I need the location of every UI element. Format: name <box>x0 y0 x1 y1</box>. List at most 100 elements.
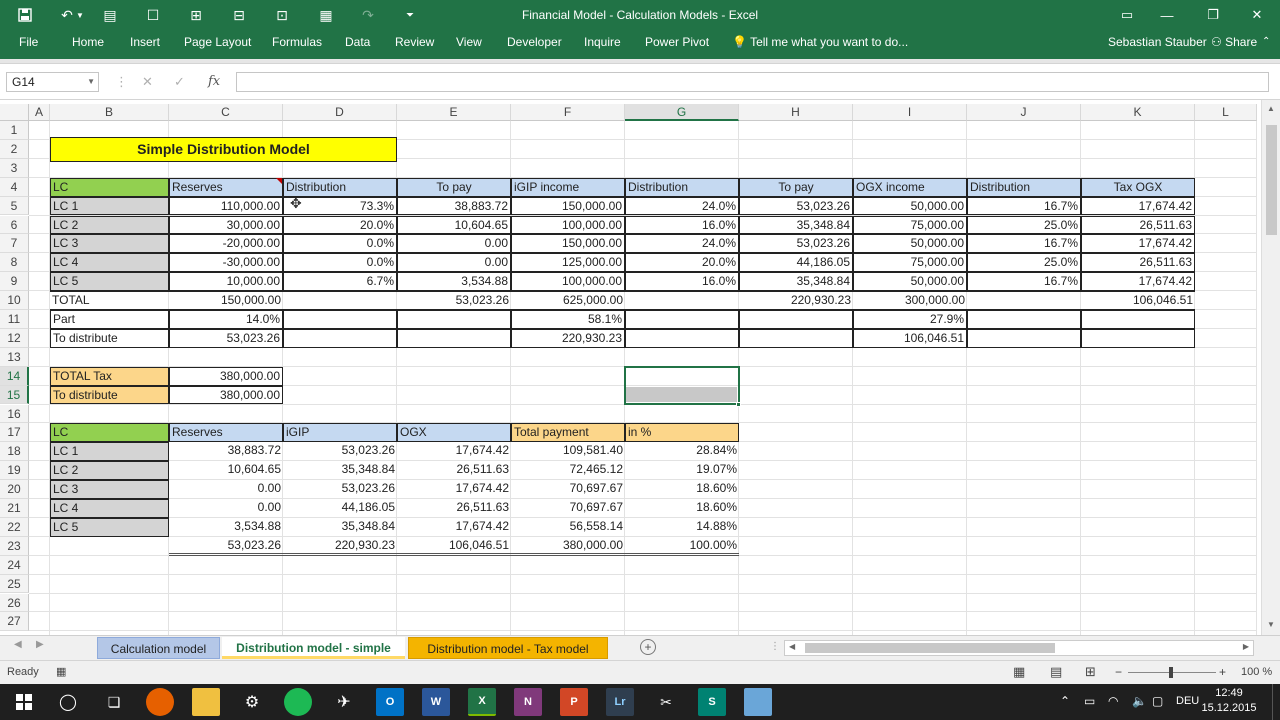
row-header[interactable]: 26 <box>0 593 29 613</box>
horizontal-scroll-thumb[interactable] <box>805 643 1055 653</box>
table-cell[interactable]: 26,511.63 <box>1081 215 1195 235</box>
tab-scroll-right-icon[interactable]: ▶ <box>36 639 44 650</box>
table-cell[interactable]: 38,883.72 <box>397 196 511 216</box>
bottom-table-cell[interactable]: 17,674.42 <box>397 518 511 537</box>
task-view-icon[interactable]: ❏ <box>100 688 128 716</box>
save-icon[interactable] <box>10 0 40 30</box>
table-cell[interactable]: 50,000.00 <box>853 196 967 216</box>
zoom-out-icon[interactable]: − <box>1115 665 1122 679</box>
bottom-total-cell[interactable]: 380,000.00 <box>511 537 625 556</box>
table-cell[interactable]: 44,186.05 <box>739 253 853 273</box>
row-header[interactable]: 9 <box>0 272 29 292</box>
table-cell[interactable]: 16.0% <box>625 215 739 235</box>
total-cell[interactable] <box>283 291 397 310</box>
bottom-total-cell[interactable]: 106,046.51 <box>397 537 511 556</box>
scroll-right-icon[interactable]: ▶ <box>1243 642 1249 651</box>
total-cell[interactable]: 53,023.26 <box>397 291 511 310</box>
distribute-cell[interactable] <box>283 328 397 348</box>
bottom-table-cell[interactable]: 28.84% <box>625 442 739 461</box>
table-cell[interactable]: -30,000.00 <box>169 253 283 273</box>
total-cell[interactable]: 106,046.51 <box>1081 291 1195 310</box>
powerpoint-icon[interactable]: P <box>560 688 588 716</box>
name-box[interactable]: G14 ▼ <box>6 72 99 92</box>
row-header[interactable]: 4 <box>0 177 29 197</box>
table-cell[interactable]: 53,023.26 <box>739 234 853 254</box>
bottom-total-cell[interactable] <box>50 537 169 556</box>
check-icon[interactable]: ✓ <box>174 72 185 92</box>
bottom-table-cell[interactable]: 72,465.12 <box>511 461 625 480</box>
bottom-table-cell[interactable]: 53,023.26 <box>283 480 397 499</box>
row-header[interactable]: 1 <box>0 121 29 140</box>
table-cell[interactable]: 50,000.00 <box>853 272 967 292</box>
tab-formulas[interactable]: Formulas <box>272 30 322 56</box>
bottom-table-cell[interactable]: 17,674.42 <box>397 442 511 461</box>
table-cell[interactable]: 16.0% <box>625 272 739 292</box>
row-label[interactable]: LC 4 <box>50 499 169 518</box>
table-header[interactable]: Tax OGX <box>1081 177 1195 197</box>
row-header[interactable]: 2 <box>0 139 29 159</box>
row-header[interactable]: 25 <box>0 574 29 594</box>
column-header-e[interactable]: E <box>397 104 511 121</box>
tax-label[interactable]: TOTAL Tax <box>50 366 169 386</box>
tab-split-icon[interactable]: ⋮ <box>770 641 780 652</box>
part-cell[interactable] <box>1081 310 1195 329</box>
part-cell[interactable] <box>283 310 397 329</box>
table-cell[interactable]: 75,000.00 <box>853 215 967 235</box>
bottom-table-cell[interactable]: 109,581.40 <box>511 442 625 461</box>
column-header-j[interactable]: J <box>967 104 1081 121</box>
minimize-icon[interactable]: — <box>1147 0 1187 30</box>
table-cell[interactable]: 0.0% <box>283 234 397 254</box>
tax-value[interactable]: 380,000.00 <box>169 385 283 405</box>
sheet-tab-calculation-model[interactable]: Calculation model <box>97 637 220 659</box>
total-cell[interactable]: 150,000.00 <box>169 291 283 310</box>
chevron-down-icon[interactable]: ▼ <box>87 73 95 91</box>
zoom-slider-thumb[interactable] <box>1169 667 1173 678</box>
row-label[interactable]: LC 4 <box>50 253 169 273</box>
column-header-i[interactable]: I <box>853 104 967 121</box>
bottom-table-header[interactable]: OGX <box>397 423 511 443</box>
part-cell[interactable]: 27.9% <box>853 310 967 329</box>
table-cell[interactable]: 0.00 <box>397 253 511 273</box>
table-cell[interactable]: 3,534.88 <box>397 272 511 292</box>
bottom-table-header[interactable]: iGIP <box>283 423 397 443</box>
total-cell[interactable] <box>967 291 1081 310</box>
distribute-cell[interactable] <box>397 328 511 348</box>
macro-record-icon[interactable]: ▦ <box>56 665 66 678</box>
table-cell[interactable]: 150,000.00 <box>511 196 625 216</box>
tab-file[interactable]: File <box>19 30 38 56</box>
part-cell[interactable]: 14.0% <box>169 310 283 329</box>
table-cell[interactable]: 25.0% <box>967 253 1081 273</box>
undo-dropdown-icon[interactable]: ▼ <box>72 0 88 30</box>
formula-input[interactable] <box>236 72 1269 92</box>
windows-start-icon[interactable] <box>10 688 38 716</box>
bottom-table-header[interactable]: Total payment <box>511 423 625 443</box>
bottom-total-cell[interactable]: 220,930.23 <box>283 537 397 556</box>
distribute-label[interactable]: To distribute <box>50 328 169 348</box>
table-cell[interactable]: 20.0% <box>625 253 739 273</box>
row-header[interactable]: 18 <box>0 442 29 462</box>
restore-icon[interactable]: ❐ <box>1193 0 1233 30</box>
bottom-table-cell[interactable]: 3,534.88 <box>169 518 283 537</box>
vertical-scrollbar[interactable]: ▲ ▼ <box>1261 100 1280 635</box>
table-cell[interactable]: 10,000.00 <box>169 272 283 292</box>
app-icon[interactable]: ⚙ <box>238 688 266 716</box>
row-label[interactable]: LC 3 <box>50 234 169 254</box>
scroll-thumb[interactable] <box>1266 125 1277 235</box>
column-header-l[interactable]: L <box>1195 104 1257 121</box>
sheet-tab-distribution-tax[interactable]: Distribution model - Tax model <box>408 637 608 659</box>
row-label[interactable]: LC 2 <box>50 461 169 481</box>
column-header-c[interactable]: C <box>169 104 283 121</box>
table-cell[interactable]: 35,348.84 <box>739 272 853 292</box>
word-icon[interactable]: W <box>422 688 450 716</box>
bottom-table-cell[interactable]: 14.88% <box>625 518 739 537</box>
column-header-k[interactable]: K <box>1081 104 1195 121</box>
row-header[interactable]: 6 <box>0 215 29 235</box>
cortana-icon[interactable]: ◯ <box>54 688 82 716</box>
tab-data[interactable]: Data <box>345 30 370 56</box>
notification-icon[interactable]: ▢ <box>1152 694 1163 708</box>
scroll-left-icon[interactable]: ◀ <box>789 642 795 651</box>
bottom-table-cell[interactable]: 18.60% <box>625 499 739 518</box>
part-cell[interactable] <box>625 310 739 329</box>
part-cell[interactable] <box>739 310 853 329</box>
bottom-table-cell[interactable]: 35,348.84 <box>283 518 397 537</box>
